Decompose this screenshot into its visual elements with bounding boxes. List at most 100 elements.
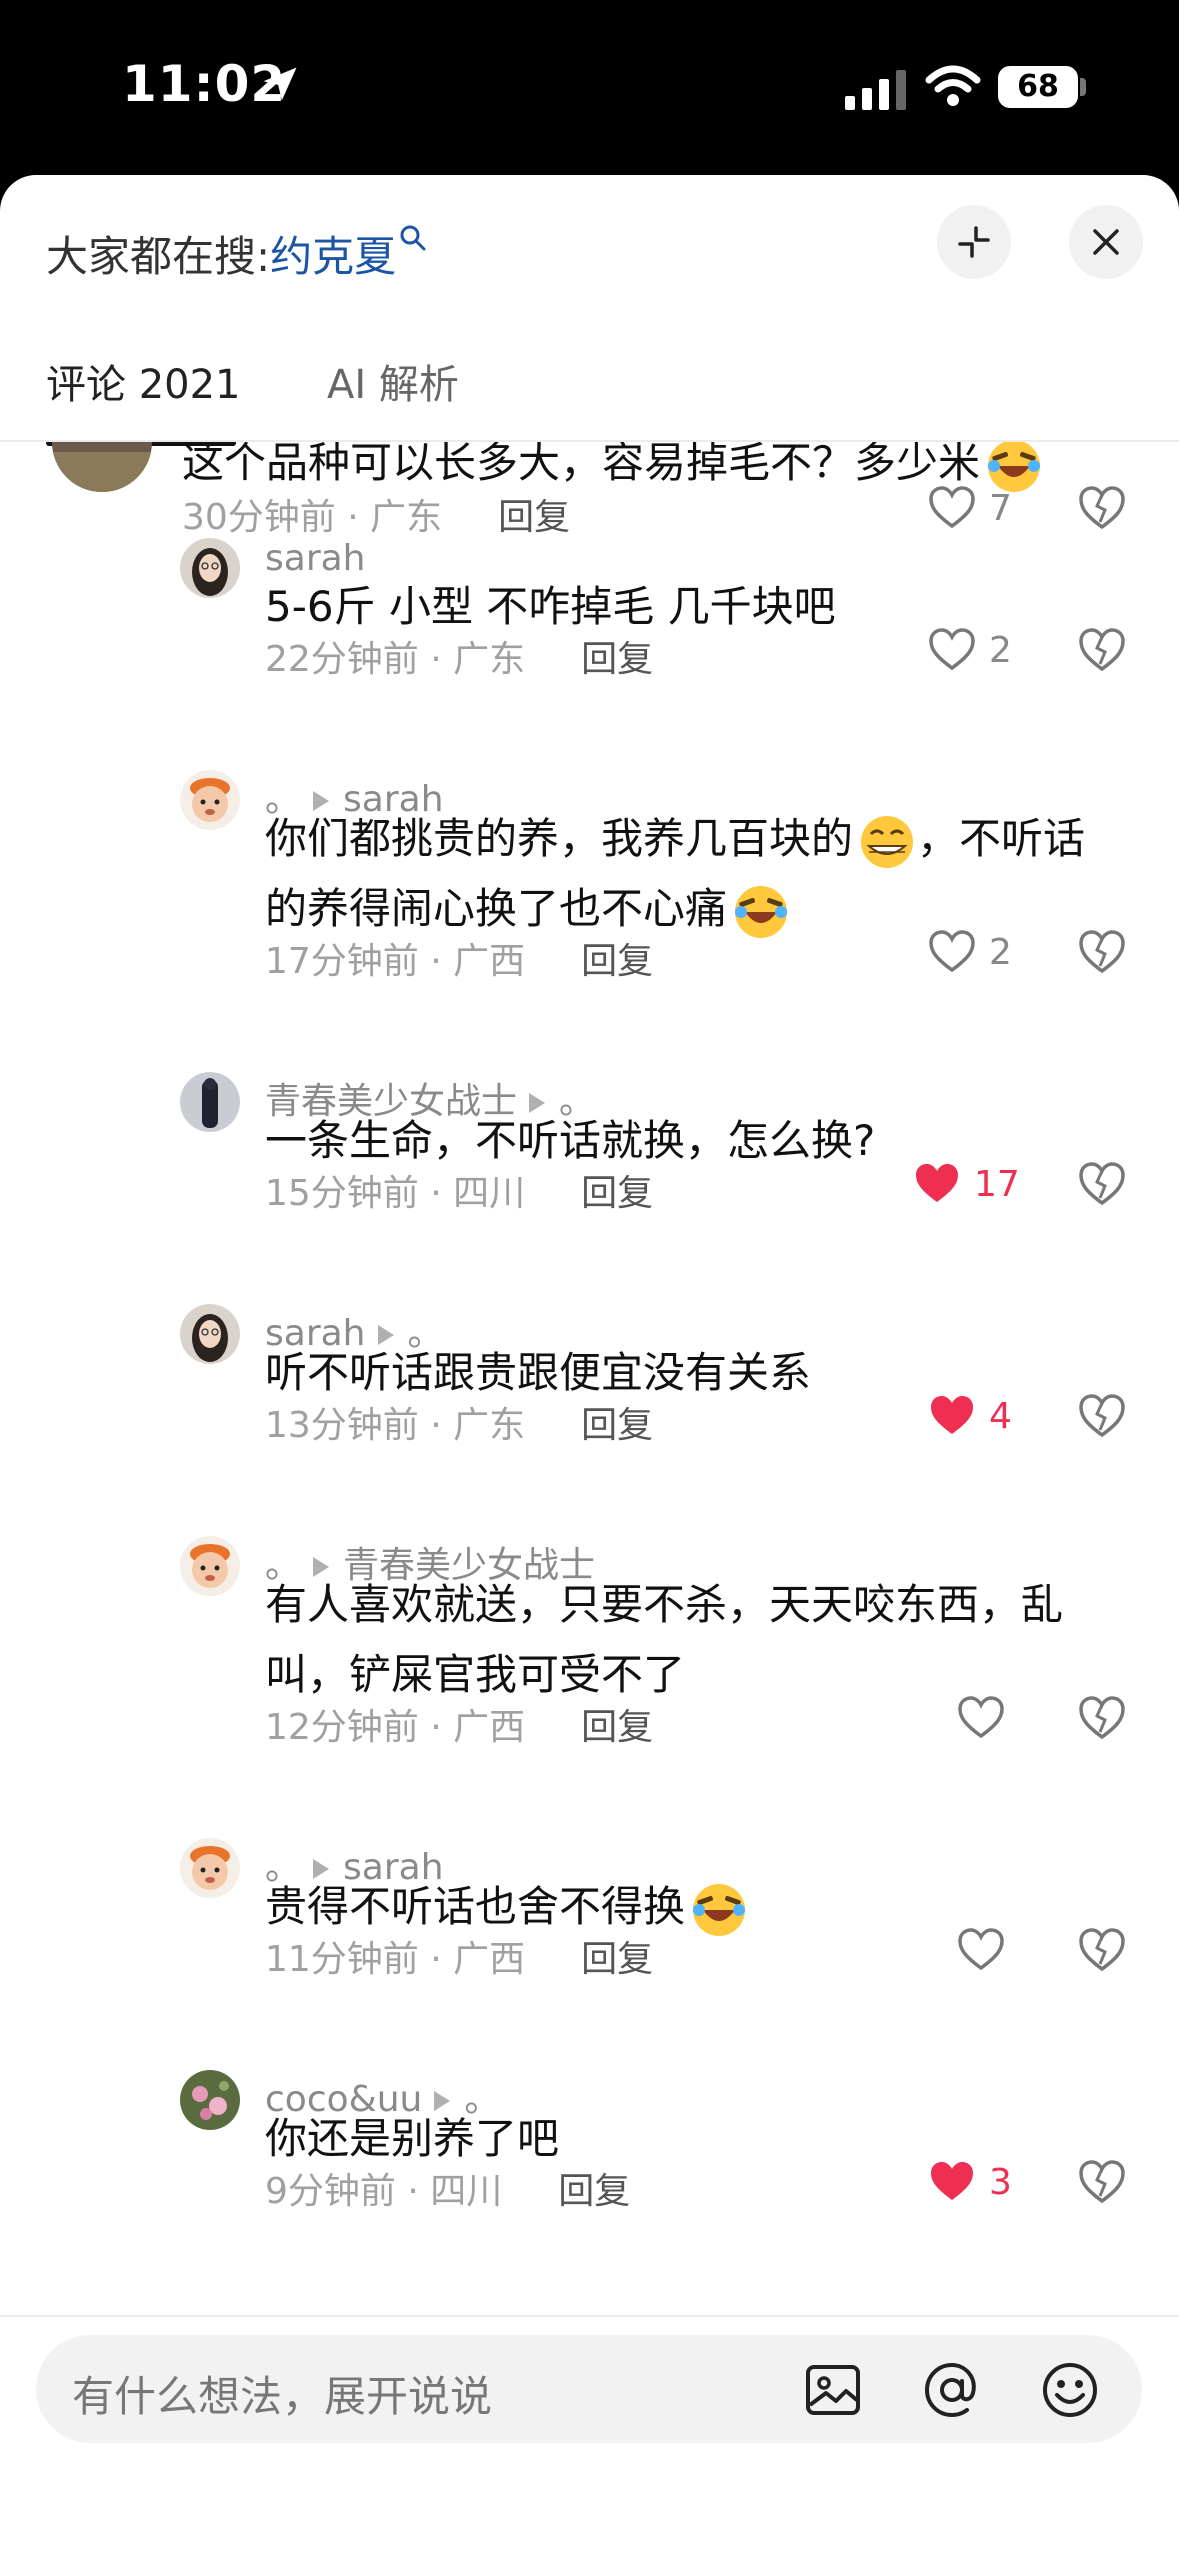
image-icon — [806, 2365, 860, 2415]
reply-button[interactable]: 回复 — [581, 1707, 653, 1748]
close-button[interactable] — [1069, 205, 1143, 279]
emoji-button[interactable] — [1039, 2359, 1101, 2421]
battery-indicator: 68 — [998, 66, 1078, 108]
dislike-button[interactable] — [1076, 624, 1128, 676]
battery-tip — [1080, 78, 1086, 96]
avatar-sarah[interactable] — [180, 1304, 240, 1364]
like-button[interactable] — [956, 1690, 1006, 1746]
broken-heart-icon — [1079, 1928, 1125, 1972]
comment-meta: 13分钟前 · 广东 回复 — [265, 1396, 653, 1448]
collapse-button[interactable] — [937, 205, 1011, 279]
comment-meta: 12分钟前 · 广西 回复 — [265, 1698, 653, 1750]
like-count: 2 — [989, 931, 1012, 973]
dislike-button[interactable] — [1076, 1692, 1128, 1744]
dislike-button[interactable] — [1076, 482, 1128, 534]
comment-meta: 15分钟前 · 四川 回复 — [265, 1164, 653, 1216]
comment-input-bar: 有什么想法，展开说说 — [0, 2315, 1179, 2556]
like-count: 3 — [989, 2161, 1012, 2203]
avatar-sarah[interactable] — [180, 538, 240, 598]
like-count: 7 — [989, 487, 1012, 529]
tab-ai-analysis[interactable]: AI 解析 — [327, 350, 459, 446]
avatar[interactable] — [52, 442, 152, 492]
dislike-button[interactable] — [1076, 1924, 1128, 1976]
heart-outline-icon — [929, 486, 975, 529]
status-bar: 11:02 68 — [0, 0, 1179, 175]
comment-input[interactable]: 有什么想法，展开说说 — [36, 2335, 1142, 2443]
comment-list[interactable]: 这个品种可以长多大，容易掉毛不？多少米 30分钟前 · 广东 回复 7 sarah… — [0, 442, 1179, 2315]
location-arrow-icon — [263, 67, 297, 101]
like-button[interactable]: 2 — [927, 924, 1029, 980]
dislike-button[interactable] — [1076, 1390, 1128, 1442]
comments-sheet: 大家都在搜:约克夏 评论 2021 AI 解析 这个品种可以长多大，容易掉毛不？… — [0, 175, 1179, 2556]
broken-heart-icon — [1079, 1696, 1125, 1740]
heart-filled-icon — [931, 2162, 973, 2200]
comment-time: 9分钟前 · 四川 — [265, 2171, 503, 2212]
search-suggestion[interactable]: 大家都在搜:约克夏 — [46, 223, 428, 284]
like-count: 4 — [989, 1395, 1012, 1437]
like-count: 17 — [974, 1163, 1020, 1205]
comment-text: 你们都挑贵的养，我养几百块的 ，不听话 — [265, 804, 1085, 874]
broken-heart-icon — [1079, 486, 1125, 530]
like-count: 2 — [989, 629, 1012, 671]
image-button[interactable] — [802, 2359, 864, 2421]
comment-time: 11分钟前 · 广西 — [265, 1939, 526, 1980]
dislike-button[interactable] — [1076, 1158, 1128, 1210]
like-button[interactable]: 3 — [927, 2154, 1029, 2210]
dislike-button[interactable] — [1076, 2156, 1128, 2208]
tab-bar: 评论 2021 AI 解析 — [0, 350, 1179, 446]
heart-filled-icon — [916, 1164, 958, 1202]
broken-heart-icon — [1079, 1162, 1125, 1206]
broken-heart-icon — [1079, 930, 1125, 974]
close-icon — [1093, 229, 1119, 255]
comment-time: 22分钟前 · 广东 — [265, 639, 526, 680]
collapse-icon — [958, 226, 990, 258]
reply-button[interactable]: 回复 — [581, 1173, 653, 1214]
at-sign-icon — [924, 2362, 976, 2418]
reply-button[interactable]: 回复 — [558, 2171, 630, 2212]
comment-time: 13分钟前 · 广东 — [265, 1405, 526, 1446]
avatar-cartoon-kid[interactable] — [180, 770, 240, 830]
reply-button[interactable]: 回复 — [581, 1939, 653, 1980]
broken-heart-icon — [1079, 628, 1125, 672]
dislike-button[interactable] — [1076, 926, 1128, 978]
like-button[interactable]: 4 — [927, 1388, 1029, 1444]
reply-button[interactable]: 回复 — [581, 941, 653, 982]
comment-meta: 22分钟前 · 广东 回复 — [265, 630, 653, 682]
mention-button[interactable] — [921, 2359, 983, 2421]
avatar-cartoon-kid[interactable] — [180, 1838, 240, 1898]
search-keyword-link[interactable]: 约克夏 — [270, 232, 396, 281]
comment-time: 12分钟前 · 广西 — [265, 1707, 526, 1748]
search-icon — [400, 225, 426, 251]
crying-laughing-emoji-icon — [731, 882, 791, 942]
reply-button[interactable]: 回复 — [581, 1405, 653, 1446]
reply-button[interactable]: 回复 — [581, 639, 653, 680]
avatar-flower[interactable] — [180, 2070, 240, 2130]
comment-time: 17分钟前 · 广西 — [265, 941, 526, 982]
comment-meta: 30分钟前 · 广东 回复 — [182, 488, 570, 540]
comment-text: 有人喜欢就送，只要不杀，天天咬东西，乱 — [265, 1580, 1064, 1629]
heart-outline-icon — [929, 628, 975, 671]
heart-filled-icon — [931, 1396, 973, 1434]
comment-time: 30分钟前 · 广东 — [182, 497, 443, 538]
crying-laughing-emoji-icon — [689, 1880, 749, 1940]
comment-meta: 9分钟前 · 四川 回复 — [265, 2162, 630, 2214]
wifi-icon — [925, 65, 981, 106]
heart-outline-icon — [929, 930, 975, 973]
input-placeholder: 有什么想法，展开说说 — [72, 2372, 493, 2421]
heart-outline-icon — [958, 1928, 1004, 1971]
reply-button[interactable]: 回复 — [498, 497, 570, 538]
like-button[interactable]: 2 — [927, 622, 1029, 678]
broken-heart-icon — [1079, 2160, 1125, 2204]
cellular-signal-icon — [845, 70, 906, 110]
grinning-emoji-icon — [857, 812, 917, 872]
avatar-dark-figure[interactable] — [180, 1072, 240, 1132]
comment-time: 15分钟前 · 四川 — [265, 1173, 526, 1214]
smiley-icon — [1043, 2363, 1097, 2417]
heart-outline-icon — [958, 1696, 1004, 1739]
like-button[interactable]: 17 — [912, 1156, 1020, 1212]
avatar-cartoon-kid[interactable] — [180, 1536, 240, 1596]
like-button[interactable]: 7 — [927, 480, 1029, 536]
tab-comments[interactable]: 评论 2021 — [46, 350, 241, 446]
comment-meta: 17分钟前 · 广西 回复 — [265, 932, 653, 984]
like-button[interactable] — [956, 1922, 1006, 1978]
